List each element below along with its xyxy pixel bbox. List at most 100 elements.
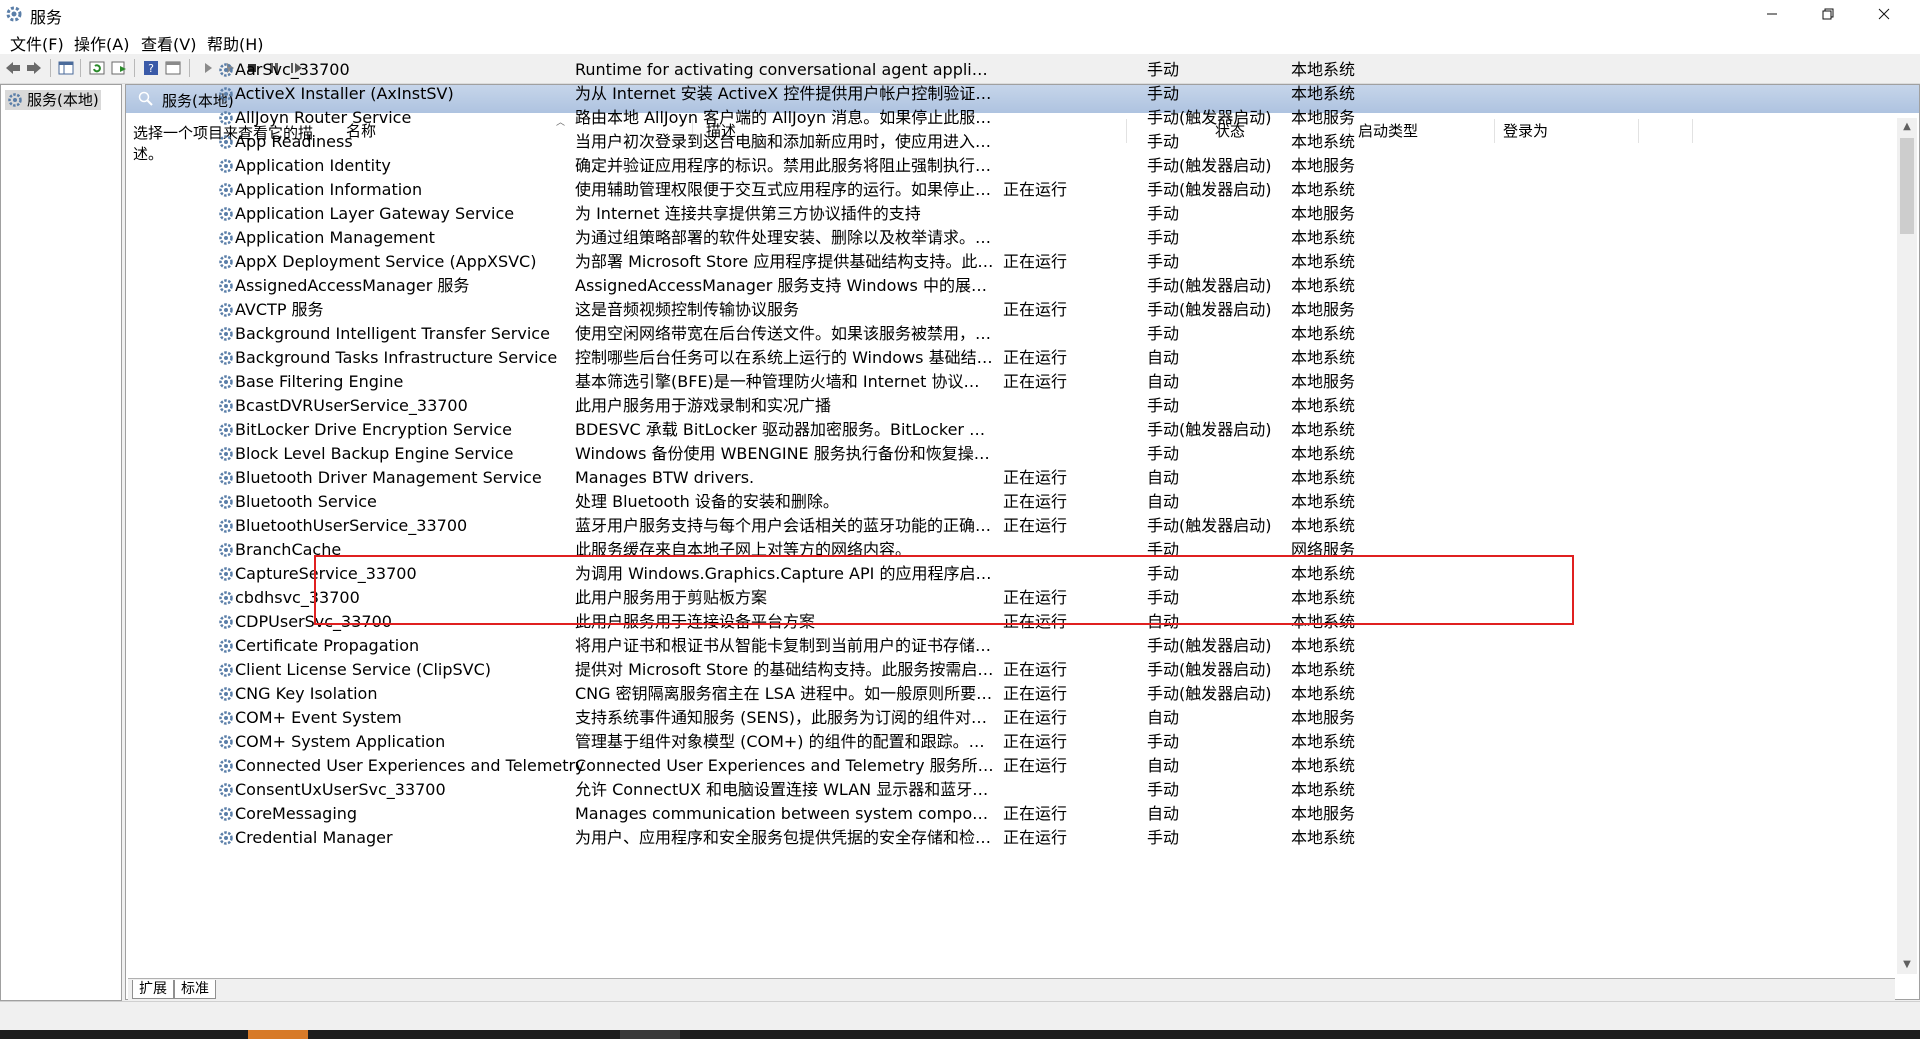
service-row[interactable]: CNG Key Isolation CNG 密钥隔离服务宿主在 LSA 进程中。如… [215,682,1685,706]
service-startup-type: 自动 [1147,708,1180,727]
service-startup-type: 自动 [1147,492,1180,511]
service-row[interactable]: AVCTP 服务 这是音频视频控制传输协议服务 正在运行 手动(触发器启动) 本地服务 [215,298,1685,322]
service-name: Background Tasks Infrastructure Service [235,348,558,367]
service-gear-icon [219,399,233,413]
service-name: BcastDVRUserService_33700 [235,396,468,415]
service-startup-type: 手动 [1147,84,1180,103]
service-row[interactable]: BluetoothUserService_33700 蓝牙用户服务支持与每个用户会… [215,514,1685,538]
service-row[interactable]: AppX Deployment Service (AppXSVC) 为部署 Mic… [215,250,1685,274]
menu-view[interactable]: 查看(V) [141,31,196,55]
service-startup-type: 手动 [1147,60,1180,79]
minimize-button[interactable] [1744,0,1800,28]
forward-arrow-icon[interactable] [26,60,42,76]
service-name: Bluetooth Service [235,492,377,511]
console-tree-icon[interactable] [58,60,74,76]
restore-button[interactable] [1800,0,1856,28]
toolbar-separator [134,59,135,77]
services-gear-icon [6,6,22,22]
service-row[interactable]: Application Layer Gateway Service 为 Inter… [215,202,1685,226]
service-row[interactable]: Certificate Propagation 将用户证书和根证书从智能卡复制到当… [215,634,1685,658]
service-row[interactable]: Connected User Experiences and Telemetry… [215,754,1685,778]
scroll-up-icon[interactable]: ▲ [1897,118,1917,136]
service-description: 管理基于组件对象模型 (COM+) 的组件的配置和跟踪。如果... [575,732,995,751]
service-name: AllJoyn Router Service [235,108,412,127]
service-name: AarSvc_33700 [235,60,350,79]
service-row[interactable]: CredentialEnrollmentManagerUserSvc_33700… [215,850,1685,852]
service-gear-icon [219,447,233,461]
service-logon-as: 本地系统 [1291,780,1356,799]
service-name: BitLocker Drive Encryption Service [235,420,512,439]
back-arrow-icon[interactable] [5,60,21,76]
menu-file[interactable]: 文件(F) [10,31,64,55]
service-startup-type: 自动 [1147,756,1180,775]
taskbar [0,1030,1920,1039]
service-row[interactable]: App Readiness 当用户初次登录到这台电脑和添加新应用时，使应用进入就.… [215,130,1685,154]
service-row[interactable]: Client License Service (ClipSVC) 提供对 Micr… [215,658,1685,682]
service-gear-icon [219,207,233,221]
service-name: AssignedAccessManager 服务 [235,276,470,295]
help-icon[interactable]: ? [143,60,159,76]
scroll-down-icon[interactable]: ▼ [1897,956,1917,974]
service-description: 此用户服务用于游戏录制和实况广播 [575,396,832,415]
service-gear-icon [219,471,233,485]
service-row[interactable]: BitLocker Drive Encryption Service BDESVC… [215,418,1685,442]
service-description: 为部署 Microsoft Store 应用程序提供基础结构支持。此服... [575,252,995,271]
service-row[interactable]: ActiveX Installer (AxInstSV) 为从 Internet … [215,82,1685,106]
tab-extended[interactable]: 扩展 [132,980,174,999]
export-list-icon[interactable] [111,60,127,76]
service-row[interactable]: Application Information 使用辅助管理权限便于交互式应用程序… [215,178,1685,202]
service-startup-type: 手动 [1147,132,1180,151]
service-description: 当用户初次登录到这台电脑和添加新应用时，使应用进入就... [575,132,995,151]
toolbar-separator [80,59,81,77]
service-description: Connected User Experiences and Telemetry… [575,756,995,775]
toolbar-separator [189,59,190,77]
service-row[interactable]: Bluetooth Service 处理 Bluetooth 设备的安装和删除。 正… [215,490,1685,514]
service-gear-icon [219,663,233,677]
service-row[interactable]: COM+ Event System 支持系统事件通知服务 (SENS)，此服务为订… [215,706,1685,730]
properties-icon[interactable] [165,60,181,76]
service-row[interactable]: Base Filtering Engine 基本筛选引擎(BFE)是一种管理防火墙… [215,370,1685,394]
service-gear-icon [219,87,233,101]
service-logon-as: 本地系统 [1291,348,1356,367]
service-startup-type: 手动(触发器启动) [1147,420,1272,439]
tree-item-services-local[interactable]: 服务(本地) [5,90,101,110]
service-row[interactable]: BcastDVRUserService_33700 此用户服务用于游戏录制和实况广… [215,394,1685,418]
menu-action[interactable]: 操作(A) [74,31,129,55]
taskbar-item[interactable] [620,1030,680,1039]
service-row[interactable]: Background Intelligent Transfer Service 使… [215,322,1685,346]
restore-icon [1822,8,1834,20]
service-startup-type: 手动(触发器启动) [1147,660,1272,679]
service-row[interactable]: Application Identity 确定并验证应用程序的标识。禁用此服务将阻… [215,154,1685,178]
service-startup-type: 手动 [1147,732,1180,751]
service-status: 正在运行 [1003,252,1068,271]
service-row[interactable]: AssignedAccessManager 服务 AssignedAccessMa… [215,274,1685,298]
service-row[interactable]: Background Tasks Infrastructure Service 控… [215,346,1685,370]
service-description: 允许 ConnectUX 和电脑设置连接 WLAN 显示器和蓝牙设备... [575,780,995,799]
service-logon-as: 本地系统 [1291,396,1356,415]
service-logon-as: 本地系统 [1291,636,1356,655]
service-startup-type: 自动 [1147,372,1180,391]
service-row[interactable]: Credential Manager 为用户、应用程序和安全服务包提供凭据的安全存… [215,826,1685,850]
vertical-scrollbar[interactable]: ▲ ▼ [1897,118,1917,974]
service-row[interactable]: Block Level Backup Engine Service Windows… [215,442,1685,466]
service-gear-icon [219,543,233,557]
service-row[interactable]: AarSvc_33700 Runtime for activating conve… [215,58,1685,82]
service-name: Credential Manager [235,828,393,847]
tab-standard[interactable]: 标准 [174,980,216,999]
service-row[interactable]: ConsentUxUserSvc_33700 允许 ConnectUX 和电脑设置… [215,778,1685,802]
service-row[interactable]: AllJoyn Router Service 路由本地 AllJoyn 客户端的 … [215,106,1685,130]
service-row[interactable]: Bluetooth Driver Management Service Manag… [215,466,1685,490]
refresh-icon[interactable] [89,60,105,76]
close-button[interactable] [1856,0,1912,28]
service-row[interactable]: COM+ System Application 管理基于组件对象模型 (COM+)… [215,730,1685,754]
service-status: 正在运行 [1003,492,1068,511]
taskbar-item[interactable] [248,1030,308,1039]
start-service-icon[interactable] [200,60,216,76]
service-row[interactable]: CoreMessaging Manages communication betwe… [215,802,1685,826]
service-startup-type: 手动 [1147,828,1180,847]
service-row[interactable]: Application Management 为通过组策略部署的软件处理安装、删除… [215,226,1685,250]
service-logon-as: 本地系统 [1291,444,1356,463]
menu-help[interactable]: 帮助(H) [207,31,264,55]
scrollbar-thumb[interactable] [1900,138,1914,234]
service-logon-as: 本地系统 [1291,228,1356,247]
